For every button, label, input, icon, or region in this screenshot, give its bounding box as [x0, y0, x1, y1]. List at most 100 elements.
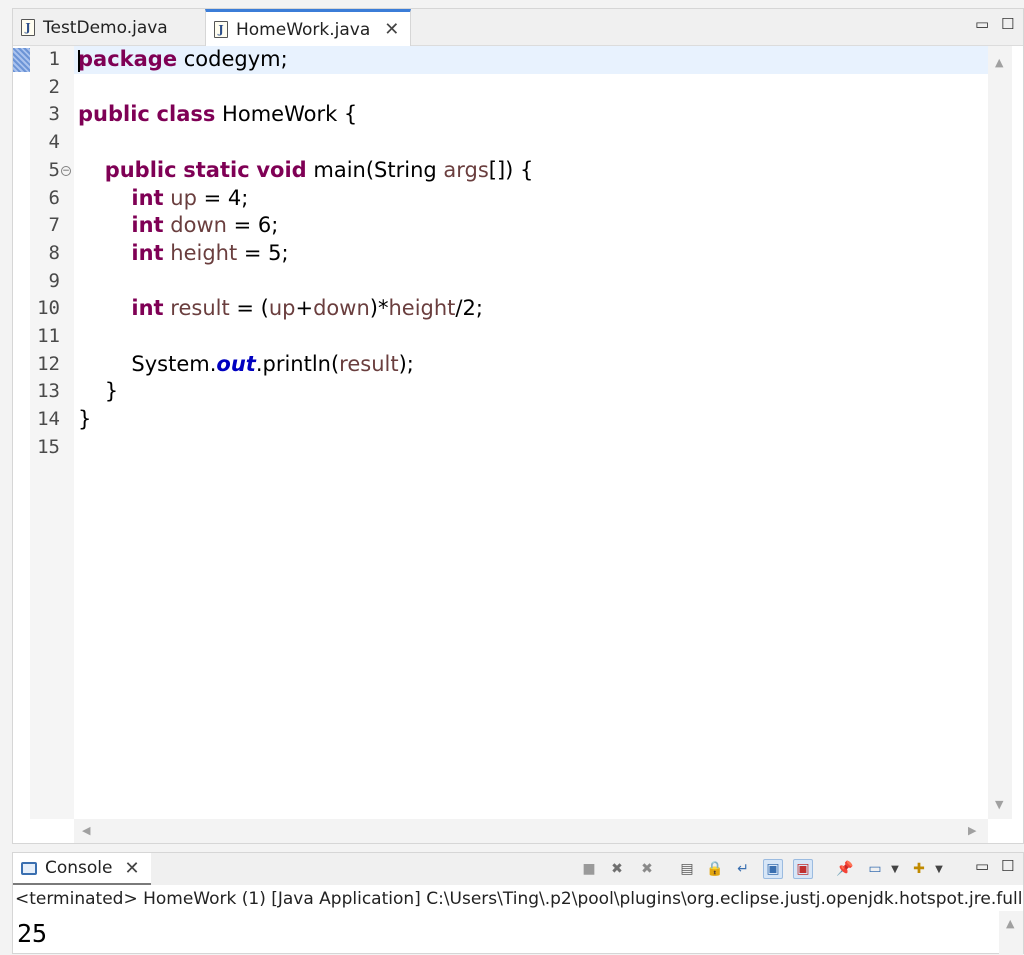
keyword-token: int	[131, 240, 164, 265]
minimize-icon[interactable]: ▭	[975, 15, 989, 33]
keyword-token: public	[104, 157, 177, 182]
variable-token: result	[339, 351, 399, 376]
tab-label: HomeWork.java	[236, 19, 371, 40]
variable-token: up	[268, 296, 296, 321]
close-icon[interactable]: ✕	[125, 858, 140, 879]
show-on-stdout-icon[interactable]: ▣	[763, 859, 783, 879]
fold-collapse-icon[interactable]: −	[61, 165, 71, 176]
line-number: 15	[37, 435, 60, 458]
line-number: 3	[48, 103, 60, 126]
tab-homework[interactable]: J HomeWork.java ✕	[205, 9, 411, 47]
console-output[interactable]: 25	[17, 919, 47, 949]
current-line-marker	[13, 48, 30, 72]
remove-launch-icon[interactable]: ✖	[607, 859, 627, 879]
code-token: codegym;	[177, 47, 288, 71]
variable-token: up	[170, 185, 197, 210]
code-token: = 5;	[237, 240, 289, 265]
line-number: 13	[37, 380, 60, 403]
line-number: 10	[37, 297, 60, 320]
variable-token: down	[313, 296, 370, 321]
line-number: 4	[48, 131, 60, 154]
keyword-token: int	[131, 296, 164, 321]
line-number: 7	[48, 214, 60, 237]
code-line[interactable]: public static void main(String args[]) {	[78, 157, 534, 185]
code-token: )*	[369, 296, 389, 321]
line-number: 5	[48, 158, 60, 181]
static-field-token: out	[216, 351, 256, 376]
code-token: /2;	[455, 296, 483, 321]
remove-all-terminated-icon[interactable]: ✖	[637, 859, 657, 879]
console-panel: Console ✕ ■ ✖ ✖ ▤ 🔒 ↵ ▣ ▣ 📌 ▭ ▼ ✚ ▼ ▭ ☐ <terminated>…	[12, 852, 1024, 955]
code-token: }	[78, 379, 119, 404]
variable-token: height	[388, 296, 456, 321]
text-caret	[78, 50, 80, 72]
code-line[interactable]: System.out.println(result);	[78, 351, 414, 379]
scroll-right-icon[interactable]: ▶	[968, 824, 976, 837]
line-number: 2	[48, 75, 60, 98]
keyword-token: package	[78, 47, 178, 71]
code-token: = (	[229, 296, 269, 321]
pin-console-icon[interactable]: 📌	[835, 859, 855, 879]
chevron-down-icon[interactable]: ▼	[929, 859, 949, 879]
variable-token: height	[170, 240, 238, 265]
minimize-icon[interactable]: ▭	[975, 857, 989, 875]
variable-token: result	[170, 296, 230, 321]
tab-testdemo[interactable]: J TestDemo.java	[13, 9, 205, 46]
scroll-lock-icon[interactable]: 🔒	[705, 859, 725, 879]
variable-token: args	[443, 157, 489, 182]
chevron-down-icon[interactable]: ▼	[885, 859, 905, 879]
tab-console[interactable]: Console ✕	[13, 853, 151, 885]
code-token: }	[78, 407, 92, 432]
open-console-icon[interactable]: ✚	[909, 859, 929, 879]
line-number: 1	[48, 48, 60, 70]
vertical-scrollbar[interactable]: ▲ ▼	[988, 46, 1012, 819]
line-number: 8	[48, 241, 60, 264]
close-icon[interactable]: ✕	[384, 19, 399, 40]
code-token: []) {	[488, 157, 534, 182]
scroll-up-icon[interactable]: ▲	[1006, 917, 1014, 930]
code-token: System.	[78, 351, 217, 376]
code-token: );	[398, 351, 414, 376]
show-on-stderr-icon[interactable]: ▣	[793, 859, 813, 879]
code-line[interactable]: public class HomeWork {	[78, 101, 357, 129]
scroll-left-icon[interactable]: ◀	[82, 824, 90, 837]
stop-icon[interactable]: ■	[579, 859, 599, 879]
scroll-down-icon[interactable]: ▼	[995, 798, 1003, 811]
variable-token: down	[170, 213, 227, 238]
line-number: 6	[48, 186, 60, 209]
maximize-icon[interactable]: ☐	[1001, 15, 1014, 33]
word-wrap-icon[interactable]: ↵	[733, 859, 753, 879]
code-editor[interactable]: 1 2 3 4 5−6 7 8 9 10 11 12 13 14 15 package codegym; p…	[13, 46, 988, 819]
code-token: .println(	[255, 351, 340, 376]
console-icon	[21, 861, 37, 875]
code-line[interactable]: package codegym;	[78, 46, 288, 74]
keyword-token: int	[131, 213, 164, 238]
console-vertical-scrollbar[interactable]: ▲	[999, 911, 1023, 955]
clear-console-icon[interactable]: ▤	[677, 859, 697, 879]
code-line[interactable]: }	[78, 406, 91, 434]
code-line[interactable]: int height = 5;	[78, 240, 289, 268]
tab-label: TestDemo.java	[43, 17, 168, 38]
keyword-token: public	[78, 102, 150, 127]
code-line[interactable]: int result = (up+down)*height/2;	[78, 295, 483, 323]
console-tab-label: Console	[45, 858, 113, 878]
code-line[interactable]: }	[78, 378, 118, 406]
java-file-icon: J	[21, 19, 35, 36]
code-token: +	[295, 296, 314, 321]
display-console-icon[interactable]: ▭	[865, 859, 885, 879]
code-line[interactable]: int up = 4;	[78, 185, 248, 213]
editor-panel: J TestDemo.java J HomeWork.java ✕ ▭ ☐ 1 2…	[12, 8, 1024, 844]
code-token: main(String	[306, 157, 444, 182]
console-tab-bar: Console ✕ ■ ✖ ✖ ▤ 🔒 ↵ ▣ ▣ 📌 ▭ ▼ ✚ ▼ ▭ ☐	[13, 853, 1023, 885]
line-number: 9	[48, 269, 60, 292]
code-token: HomeWork {	[215, 102, 358, 127]
keyword-token: void	[256, 157, 307, 182]
scroll-up-icon[interactable]: ▲	[995, 56, 1003, 69]
code-line[interactable]: int down = 6;	[78, 212, 278, 240]
maximize-icon[interactable]: ☐	[1001, 857, 1014, 875]
horizontal-scrollbar[interactable]: ◀ ▶	[74, 819, 988, 843]
